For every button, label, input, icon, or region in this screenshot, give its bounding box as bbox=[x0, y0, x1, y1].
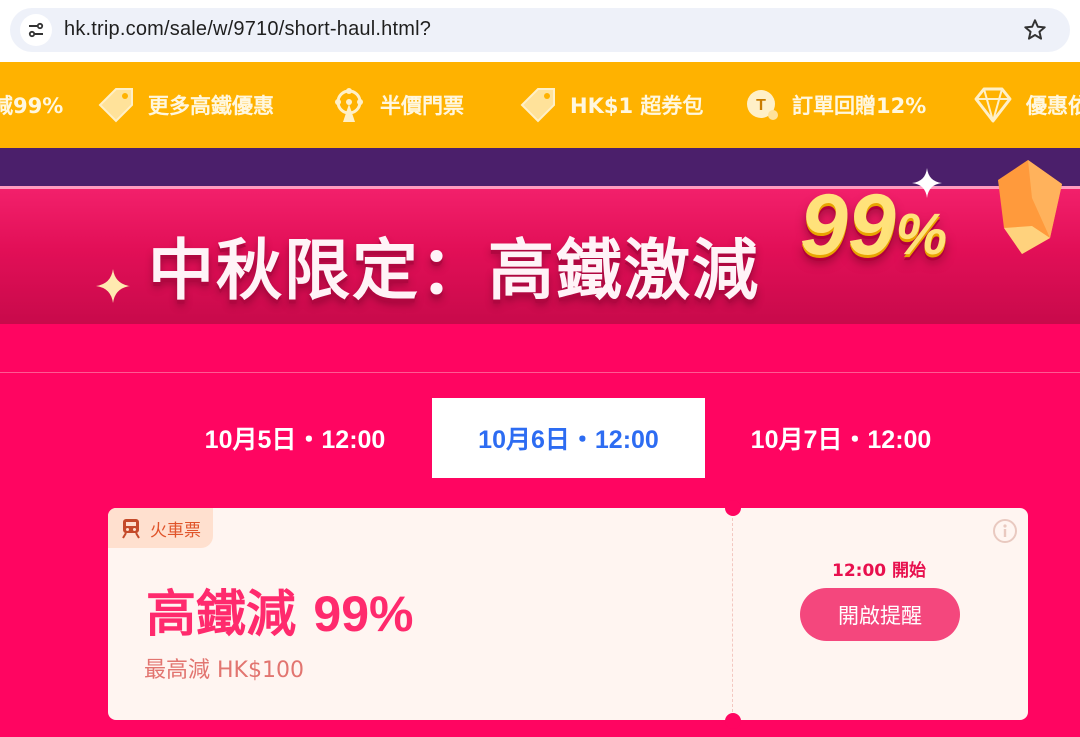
promo-item-label: 訂單回贈12% bbox=[792, 94, 927, 118]
tab-date-oct-5[interactable]: 10月5日・12:00 bbox=[170, 398, 420, 478]
coupon-badge-label: 火車票 bbox=[150, 520, 201, 541]
card-notch-bottom bbox=[725, 713, 741, 729]
promo-item-label: 更多高鐵優惠 bbox=[148, 94, 274, 118]
promo-item-discount[interactable]: 減99% bbox=[0, 62, 63, 148]
promo-bar: 減99% 更多高鐵優惠 半價門票 HK$1 超券包 T 訂單回贈12% 優惠依 bbox=[0, 62, 1080, 148]
banner-number: 99 bbox=[800, 177, 896, 273]
promo-item-label: 半價門票 bbox=[380, 94, 464, 118]
sparkle-icon bbox=[912, 168, 942, 198]
browser-toolbar: hk.trip.com/sale/w/9710/short-haul.html? bbox=[0, 0, 1080, 62]
coupon-perforation bbox=[732, 518, 733, 712]
banner-title: 中秋限定：高鐵激減 bbox=[148, 232, 760, 309]
promo-item-label: HK$1 超券包 bbox=[570, 94, 704, 118]
promo-item-more-rail[interactable]: 更多高鐵優惠 bbox=[96, 62, 274, 148]
tab-date-label: 10月6日・12:00 bbox=[478, 426, 659, 454]
promo-item-voucher-pack[interactable]: HK$1 超券包 bbox=[518, 62, 703, 148]
promo-item-cashback[interactable]: T 訂單回贈12% bbox=[744, 62, 926, 148]
set-reminder-button[interactable]: 開啟提醒 bbox=[800, 588, 960, 641]
tab-date-label: 10月5日・12:00 bbox=[204, 426, 386, 454]
coin-icon: T bbox=[747, 90, 778, 120]
ferris-wheel-icon bbox=[335, 88, 363, 122]
svg-text:T: T bbox=[756, 97, 766, 114]
tab-date-oct-7[interactable]: 10月7日・12:00 bbox=[716, 398, 966, 478]
tag-icon bbox=[98, 88, 133, 123]
coupon-title: 高鐵減 99% bbox=[146, 574, 414, 646]
coupon-card: 火車票 高鐵減 99% 最高減 HK$100 12:00 開始 開啟提醒 bbox=[108, 508, 1028, 720]
lantern-icon bbox=[998, 160, 1062, 254]
sparkle-icon bbox=[96, 269, 130, 303]
coupon-title-number: 99% bbox=[313, 586, 414, 642]
info-icon[interactable] bbox=[992, 518, 1018, 544]
bookmark-star-icon[interactable] bbox=[1022, 17, 1048, 43]
coupon-title-text: 高鐵減 bbox=[146, 585, 296, 643]
coupon-subtitle: 最高減 HK$100 bbox=[144, 658, 304, 683]
promo-item-tickets[interactable]: 半價門票 bbox=[330, 62, 464, 148]
promo-item-label: 優惠依 bbox=[1026, 94, 1080, 118]
site-info-icon[interactable] bbox=[20, 14, 52, 46]
tab-date-oct-6[interactable]: 10月6日・12:00 bbox=[432, 398, 705, 478]
coupon-start-time: 12:00 開始 bbox=[832, 561, 927, 581]
tag-icon bbox=[520, 88, 555, 123]
coupon-category-badge: 火車票 bbox=[108, 508, 213, 548]
url-text[interactable]: hk.trip.com/sale/w/9710/short-haul.html? bbox=[64, 18, 431, 41]
promo-item-label: 減99% bbox=[0, 94, 64, 118]
promo-item-deals[interactable]: 優惠依 bbox=[972, 62, 1080, 148]
banner-percent-sign: % bbox=[895, 202, 948, 267]
diamond-icon bbox=[974, 87, 1012, 123]
section-divider bbox=[0, 372, 1080, 373]
address-bar[interactable]: hk.trip.com/sale/w/9710/short-haul.html? bbox=[10, 8, 1070, 52]
train-icon bbox=[122, 519, 140, 539]
card-notch-top bbox=[725, 500, 741, 516]
tab-date-label: 10月7日・12:00 bbox=[750, 426, 932, 454]
